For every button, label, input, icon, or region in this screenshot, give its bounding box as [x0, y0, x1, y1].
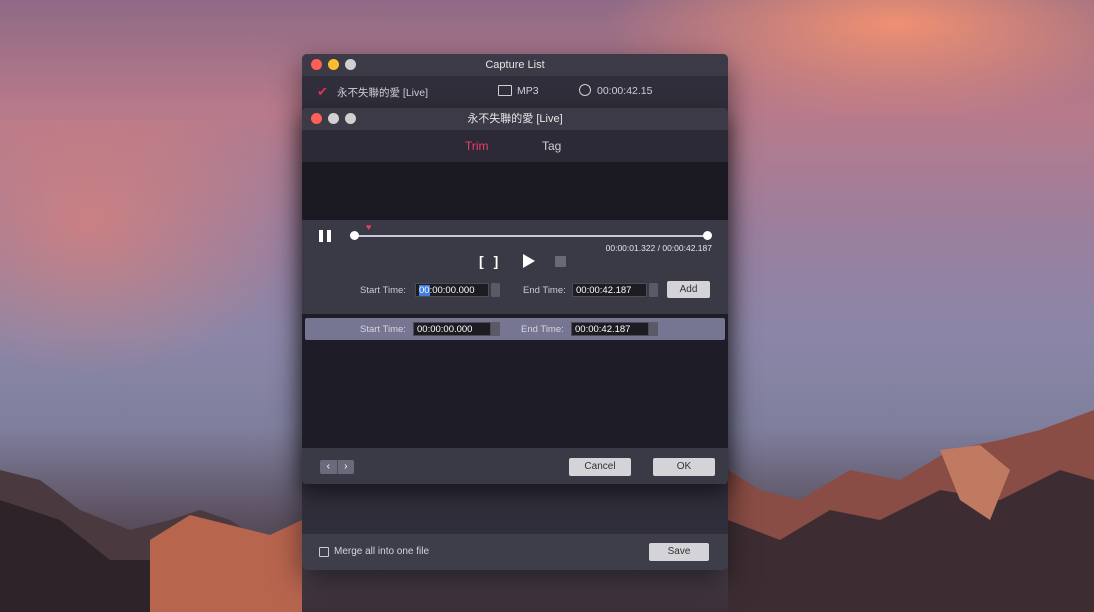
- close-icon[interactable]: [311, 113, 322, 124]
- segment-end-field[interactable]: 00:00:42.187: [571, 322, 649, 336]
- segment-start-field[interactable]: 00:00:00.000: [413, 322, 491, 336]
- window-title: Capture List: [485, 59, 545, 71]
- segment-row[interactable]: Start Time: 00:00:00.000 End Time: 00:00…: [305, 318, 725, 340]
- cancel-button[interactable]: Cancel: [569, 458, 631, 476]
- capture-list-titlebar: Capture List: [302, 54, 728, 76]
- merge-checkbox[interactable]: [319, 546, 329, 557]
- end-time-stepper[interactable]: [649, 283, 658, 297]
- folder-icon: [498, 85, 512, 96]
- close-icon[interactable]: [311, 59, 322, 70]
- segment-list: Start Time: 00:00:00.000 End Time: 00:00…: [302, 314, 728, 448]
- end-handle[interactable]: [703, 231, 712, 240]
- end-time-label: End Time:: [523, 285, 566, 296]
- segment-end-label: End Time:: [521, 324, 564, 335]
- tab-tag[interactable]: Tag: [542, 139, 561, 153]
- tab-bar: Trim Tag: [302, 130, 728, 164]
- heart-marker-icon[interactable]: ♥: [366, 222, 371, 232]
- capture-list-item[interactable]: ✔ 永不失聯的愛 [Live] MP3 00:00:42.15: [302, 76, 728, 106]
- clock-icon: [579, 84, 591, 96]
- segment-start-label: Start Time:: [360, 324, 406, 335]
- capture-list-footer: Merge all into one file Save: [302, 534, 728, 570]
- zoom-icon[interactable]: [345, 113, 356, 124]
- end-time-field[interactable]: 00:00:42.187: [572, 283, 647, 297]
- start-handle[interactable]: [350, 231, 359, 240]
- minimize-icon[interactable]: [328, 113, 339, 124]
- stop-icon[interactable]: [555, 256, 566, 267]
- start-time-field[interactable]: 00:00:00.000: [415, 283, 489, 297]
- next-icon[interactable]: ›: [338, 460, 355, 474]
- pause-icon[interactable]: [319, 230, 333, 242]
- trim-window: 永不失聯的愛 [Live] Trim Tag ♥ 00:00:01.322 / …: [302, 108, 728, 484]
- item-format: MP3: [517, 85, 539, 97]
- playback-controls: ♥ 00:00:01.322 / 00:00:42.187 [] Start T…: [302, 220, 728, 314]
- set-markers-icon[interactable]: []: [479, 253, 508, 269]
- checkmark-icon[interactable]: ✔: [317, 84, 328, 100]
- add-button[interactable]: Add: [667, 281, 710, 298]
- zoom-icon[interactable]: [345, 59, 356, 70]
- start-time-label: Start Time:: [360, 285, 406, 296]
- tab-trim[interactable]: Trim: [451, 139, 502, 164]
- previous-icon[interactable]: ‹: [320, 460, 338, 474]
- progress-track[interactable]: [350, 231, 712, 240]
- segment-nav: ‹ ›: [320, 460, 354, 474]
- merge-option[interactable]: Merge all into one file: [319, 546, 429, 557]
- segment-end-stepper[interactable]: [649, 322, 658, 336]
- play-icon[interactable]: [523, 254, 535, 268]
- start-time-stepper[interactable]: [491, 283, 500, 297]
- item-title: 永不失聯的愛 [Live]: [337, 87, 429, 99]
- save-button[interactable]: Save: [649, 543, 709, 561]
- segment-start-stepper[interactable]: [491, 322, 500, 336]
- preview-area: [302, 162, 728, 220]
- minimize-icon[interactable]: [328, 59, 339, 70]
- time-readout: 00:00:01.322 / 00:00:42.187: [605, 243, 712, 253]
- trim-titlebar: 永不失聯的愛 [Live]: [302, 108, 728, 130]
- merge-label: Merge all into one file: [334, 546, 430, 557]
- trim-footer: ‹ › Cancel OK: [302, 448, 728, 484]
- item-duration: 00:00:42.15: [597, 85, 653, 97]
- window-title: 永不失聯的愛 [Live]: [467, 113, 563, 125]
- ok-button[interactable]: OK: [653, 458, 715, 476]
